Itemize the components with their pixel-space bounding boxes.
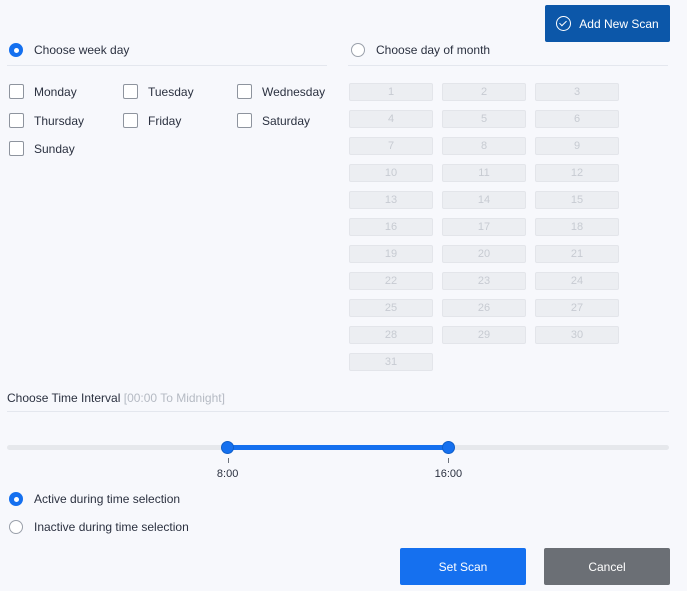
month-day-9[interactable]: 9 <box>535 137 619 155</box>
month-day-28[interactable]: 28 <box>349 326 433 344</box>
time-slider-start-handle[interactable] <box>221 441 235 454</box>
checkbox-box[interactable] <box>237 84 252 99</box>
end-time-label: 16:00 <box>434 468 463 480</box>
month-day-4[interactable]: 4 <box>349 110 433 128</box>
month-day-10[interactable]: 10 <box>349 164 433 182</box>
weekday-label: Wednesday <box>262 84 326 99</box>
month-day-19[interactable]: 19 <box>349 245 433 263</box>
month-day-6[interactable]: 6 <box>535 110 619 128</box>
weekday-checkbox-sunday[interactable]: Sunday <box>9 141 75 156</box>
month-day-divider <box>348 65 668 66</box>
check-circle-icon <box>556 16 572 31</box>
weekday-label: Tuesday <box>148 84 194 99</box>
time-slider-end-handle[interactable] <box>441 441 455 454</box>
set-scan-button[interactable]: Set Scan <box>400 548 526 585</box>
time-slider-range <box>227 445 449 450</box>
week-day-radio[interactable]: Choose week day <box>9 43 129 57</box>
inactive-during-radio[interactable]: Inactive during time selection <box>9 520 189 534</box>
month-day-12[interactable]: 12 <box>535 164 619 182</box>
weekday-checkbox-tuesday[interactable]: Tuesday <box>123 84 194 99</box>
weekday-label: Monday <box>34 84 77 99</box>
add-new-scan-button[interactable]: Add New Scan <box>545 5 670 42</box>
month-day-1[interactable]: 1 <box>349 83 433 101</box>
weekday-label: Friday <box>148 113 182 128</box>
month-day-radio-indicator[interactable] <box>351 43 365 57</box>
checkbox-box[interactable] <box>237 113 252 128</box>
week-day-radio-indicator[interactable] <box>9 43 23 57</box>
active-during-radio[interactable]: Active during time selection <box>9 492 180 506</box>
time-interval-label: Choose Time Interval [00:00 To Midnight] <box>7 391 225 405</box>
month-day-14[interactable]: 14 <box>442 191 526 209</box>
month-day-15[interactable]: 15 <box>535 191 619 209</box>
weekday-label: Sunday <box>34 141 75 156</box>
month-day-27[interactable]: 27 <box>535 299 619 317</box>
inactive-radio-label: Inactive during time selection <box>34 520 189 534</box>
week-day-divider <box>7 65 327 66</box>
checkbox-box[interactable] <box>9 84 24 99</box>
month-day-25[interactable]: 25 <box>349 299 433 317</box>
month-day-5[interactable]: 5 <box>442 110 526 128</box>
add-new-scan-label: Add New Scan <box>579 16 659 31</box>
cancel-button[interactable]: Cancel <box>544 548 670 585</box>
month-day-20[interactable]: 20 <box>442 245 526 263</box>
month-day-18[interactable]: 18 <box>535 218 619 236</box>
start-time-label: 8:00 <box>216 468 239 480</box>
checkbox-box[interactable] <box>123 84 138 99</box>
weekday-checkbox-friday[interactable]: Friday <box>123 113 181 128</box>
weekday-checkbox-thursday[interactable]: Thursday <box>9 113 84 128</box>
weekday-checkbox-monday[interactable]: Monday <box>9 84 77 99</box>
active-radio-indicator[interactable] <box>9 492 23 506</box>
month-day-2[interactable]: 2 <box>442 83 526 101</box>
end-tick <box>448 458 450 463</box>
weekday-label: Saturday <box>262 113 311 128</box>
checkbox-box[interactable] <box>9 113 24 128</box>
month-day-17[interactable]: 17 <box>442 218 526 236</box>
month-day-8[interactable]: 8 <box>442 137 526 155</box>
weekday-checkbox-wednesday[interactable]: Wednesday <box>237 84 325 99</box>
month-day-7[interactable]: 7 <box>349 137 433 155</box>
inactive-radio-indicator[interactable] <box>9 520 23 534</box>
active-radio-label: Active during time selection <box>34 492 181 506</box>
time-interval-divider <box>7 411 669 412</box>
month-day-30[interactable]: 30 <box>535 326 619 344</box>
month-day-11[interactable]: 11 <box>442 164 526 182</box>
weekday-checkbox-saturday[interactable]: Saturday <box>237 113 310 128</box>
checkbox-box[interactable] <box>9 141 24 156</box>
month-day-radio-label: Choose day of month <box>376 43 491 57</box>
month-day-13[interactable]: 13 <box>349 191 433 209</box>
week-day-radio-label: Choose week day <box>34 43 130 57</box>
time-interval-title: Choose Time Interval <box>7 391 121 405</box>
month-day-23[interactable]: 23 <box>442 272 526 290</box>
month-day-21[interactable]: 21 <box>535 245 619 263</box>
start-tick <box>227 458 229 463</box>
month-day-radio[interactable]: Choose day of month <box>351 43 490 57</box>
month-day-16[interactable]: 16 <box>349 218 433 236</box>
month-day-22[interactable]: 22 <box>349 272 433 290</box>
time-interval-hint: [00:00 To Midnight] <box>123 391 225 405</box>
month-day-29[interactable]: 29 <box>442 326 526 344</box>
weekday-label: Thursday <box>34 113 85 128</box>
checkbox-box[interactable] <box>123 113 138 128</box>
month-day-3[interactable]: 3 <box>535 83 619 101</box>
month-day-26[interactable]: 26 <box>442 299 526 317</box>
month-day-24[interactable]: 24 <box>535 272 619 290</box>
month-day-31[interactable]: 31 <box>349 353 433 371</box>
